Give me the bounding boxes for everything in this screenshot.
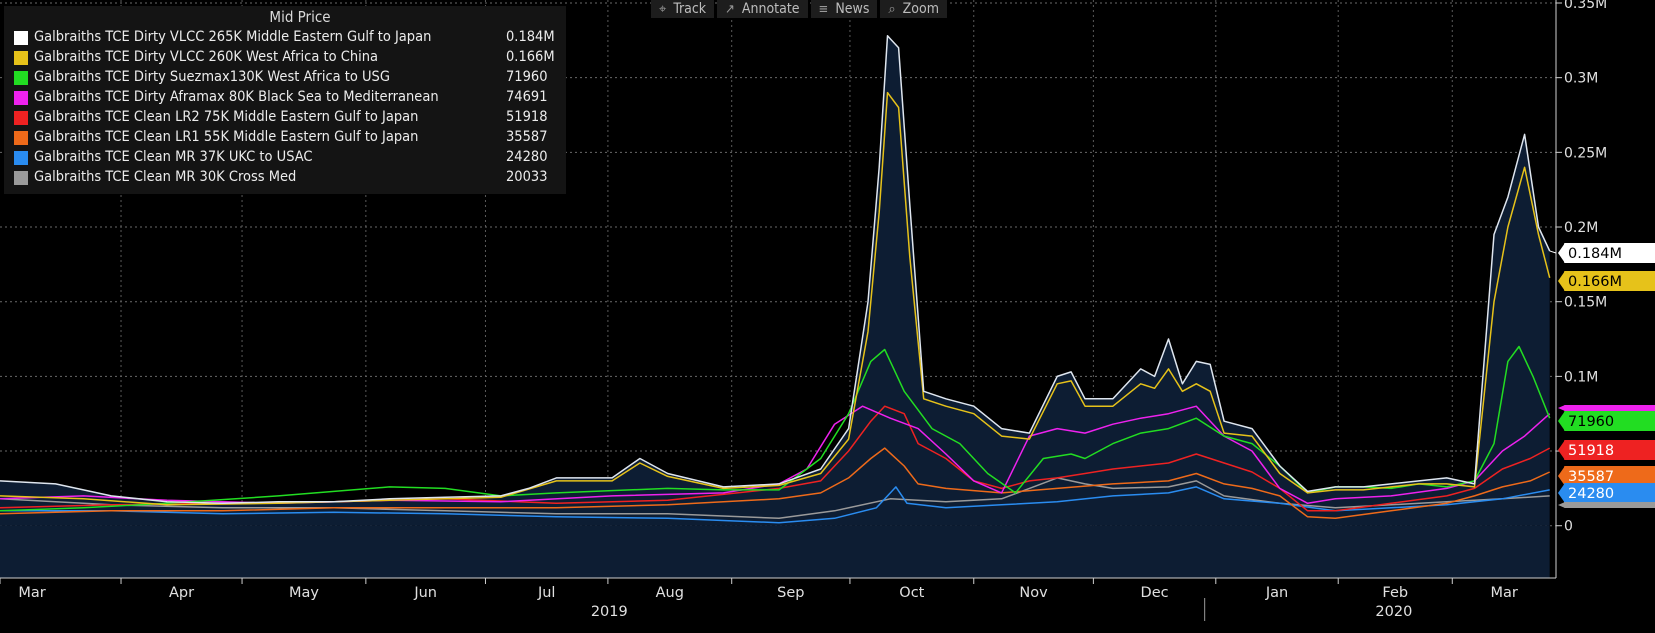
y-tick-label: 0 (1564, 519, 1573, 535)
legend-item-name: Galbraiths TCE Clean LR1 55K Middle East… (34, 129, 419, 145)
last-value-tag-label: 0.184M (1568, 246, 1622, 262)
annotate-button[interactable]: ↗ Annotate (717, 0, 808, 18)
zoom-label: Zoom (902, 0, 939, 17)
last-value-tag-pointer (1558, 440, 1565, 460)
x-month-label: Apr (169, 585, 194, 601)
last-value-tag: 24280 (1558, 483, 1655, 503)
x-month-label: Nov (1019, 585, 1048, 601)
zoom-button[interactable]: ⌕ Zoom (880, 0, 947, 18)
y-tick-label: 0.2M (1564, 220, 1598, 236)
last-value-tag-pointer (1558, 483, 1565, 503)
legend-item-name: Galbraiths TCE Dirty VLCC 265K Middle Ea… (34, 29, 432, 45)
legend-swatch (14, 91, 28, 105)
legend-item[interactable]: Galbraiths TCE Dirty VLCC 260K West Afri… (14, 48, 566, 68)
magnifier-icon: ⌕ (888, 1, 896, 17)
x-month-label: Feb (1382, 585, 1408, 601)
x-month-label: May (289, 585, 319, 601)
legend-item[interactable]: Galbraiths TCE Clean MR 37K UKC to USAC … (14, 148, 566, 168)
last-value-connector (1549, 250, 1557, 254)
x-month-label: Jan (1265, 585, 1288, 601)
last-value-tag-label: 71960 (1568, 414, 1614, 430)
y-tick-label: 0.15M (1564, 295, 1607, 311)
legend-item-value: 20033 (506, 169, 548, 185)
annotate-label: Annotate (741, 0, 800, 17)
x-month-label: Jun (413, 585, 437, 601)
chart-legend: Mid Price Galbraiths TCE Dirty VLCC 265K… (4, 6, 566, 194)
x-month-label: Jul (537, 585, 556, 601)
legend-item[interactable]: Galbraiths TCE Dirty VLCC 265K Middle Ea… (14, 28, 566, 48)
legend-item-value: 74691 (506, 89, 548, 105)
area-fill-base (0, 525, 1550, 578)
legend-item[interactable]: Galbraiths TCE Dirty Aframax 80K Black S… (14, 88, 566, 108)
legend-item-value: 51918 (506, 109, 548, 125)
x-month-label: Mar (1490, 585, 1517, 601)
y-tick-label: 0.3M (1564, 71, 1598, 87)
x-month-label: Mar (18, 585, 45, 601)
legend-item-name: Galbraiths TCE Clean LR2 75K Middle East… (34, 109, 419, 125)
y-tick-label: 0.25M (1564, 145, 1607, 161)
news-icon: ≡ (818, 1, 829, 17)
legend-item[interactable]: Galbraiths TCE Clean LR2 75K Middle East… (14, 108, 566, 128)
last-value-tag-pointer (1558, 466, 1565, 486)
last-value-tag-pointer (1558, 411, 1565, 431)
last-value-tag-label: 0.166M (1568, 274, 1622, 290)
legend-swatch (14, 31, 28, 45)
x-month-label: Dec (1141, 585, 1169, 601)
last-value-tag-label: 51918 (1568, 443, 1614, 459)
legend-item[interactable]: Galbraiths TCE Clean LR1 55K Middle East… (14, 128, 566, 148)
pencil-icon: ↗ (725, 1, 735, 17)
legend-item-name: Galbraiths TCE Clean MR 30K Cross Med (34, 169, 297, 185)
legend-title: Mid Price (269, 8, 331, 26)
last-value-tag: 51918 (1558, 440, 1655, 460)
last-value-tag-pointer (1558, 405, 1565, 411)
track-label: Track (673, 0, 707, 17)
x-year-label: 2019 (591, 604, 628, 620)
legend-item-value: 71960 (506, 69, 548, 85)
legend-swatch (14, 171, 28, 185)
last-value-tag: 71960 (1558, 411, 1655, 431)
legend-item-name: Galbraiths TCE Clean MR 37K UKC to USAC (34, 149, 313, 165)
last-value-tag-bg (1564, 405, 1655, 411)
legend-item-name: Galbraiths TCE Dirty Aframax 80K Black S… (34, 89, 439, 105)
last-value-tag-pointer (1558, 243, 1565, 263)
legend-item-value: 24280 (506, 149, 548, 165)
news-label: News (835, 0, 870, 17)
news-button[interactable]: ≡ News (810, 0, 878, 18)
last-value-tag-label: 24280 (1568, 486, 1614, 502)
legend-item-value: 0.166M (506, 49, 555, 65)
legend-item-value: 35587 (506, 129, 548, 145)
last-value-tag: 0.184M (1558, 243, 1655, 263)
legend-swatch (14, 151, 28, 165)
y-tick-label: 0.35M (1564, 0, 1607, 12)
last-value-tag-pointer (1558, 502, 1565, 508)
last-value-tag-pointer (1558, 271, 1565, 291)
x-year-label: 2020 (1375, 604, 1412, 620)
x-month-label: Oct (899, 585, 924, 601)
last-value-tag-bg (1564, 502, 1655, 508)
last-value-tag (1558, 405, 1655, 411)
legend-item-name: Galbraiths TCE Dirty VLCC 260K West Afri… (34, 49, 378, 65)
legend-item[interactable]: Galbraiths TCE Clean MR 30K Cross Med 20… (14, 168, 566, 188)
last-value-tag-label: 35587 (1568, 469, 1614, 485)
legend-item[interactable]: Galbraiths TCE Dirty Suezmax130K West Af… (14, 68, 566, 88)
x-month-label: Sep (777, 585, 804, 601)
legend-swatch (14, 51, 28, 65)
crosshair-icon: ⌖ (659, 1, 667, 17)
legend-swatch (14, 71, 28, 85)
last-value-tag (1558, 502, 1655, 508)
track-button[interactable]: ⌖ Track (651, 0, 715, 18)
legend-swatch (14, 131, 28, 145)
chart-toolbar: ⌖ Track ↗ Annotate ≡ News ⌕ Zoom (651, 0, 950, 18)
legend-swatch (14, 111, 28, 125)
legend-item-value: 0.184M (506, 29, 555, 45)
last-value-tag: 0.166M (1558, 271, 1655, 291)
legend-item-name: Galbraiths TCE Dirty Suezmax130K West Af… (34, 69, 390, 85)
y-tick-label: 0.1M (1564, 369, 1598, 385)
x-month-label: Aug (656, 585, 684, 601)
